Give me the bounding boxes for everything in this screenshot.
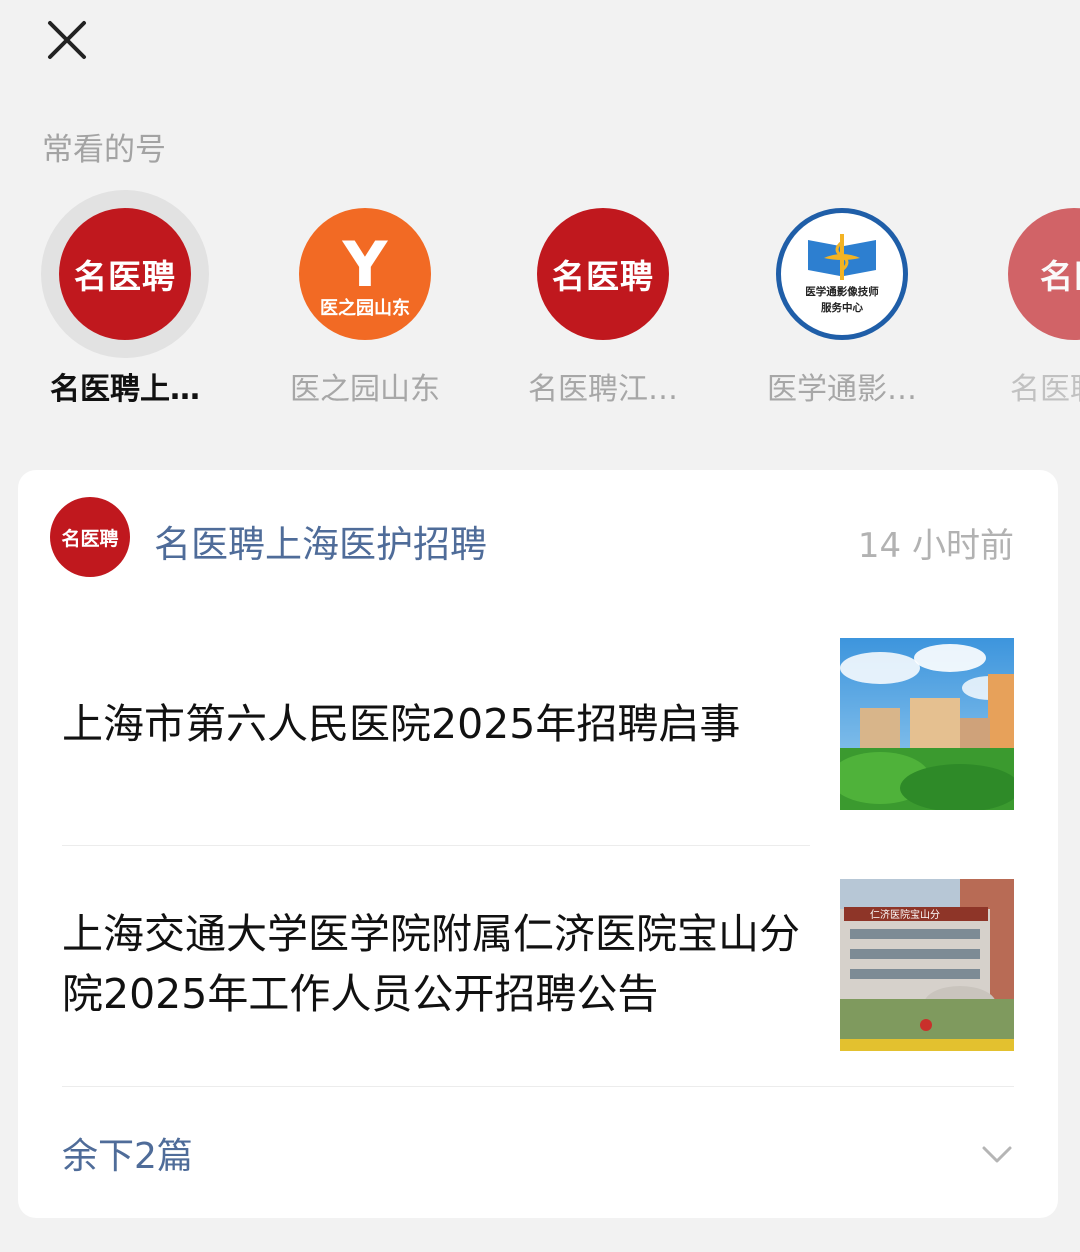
avatar-logo-line2: 服务中心 — [821, 302, 863, 314]
avatar-logo-text: 名医聘 — [552, 257, 654, 296]
article-thumbnail: 仁济医院宝山分 — [840, 879, 1014, 1051]
section-title: 常看的号 — [42, 132, 166, 168]
avatar-logo-subtext: 医之园山东 — [320, 298, 410, 319]
account-name: 医之园山东 — [290, 372, 440, 407]
hospital-aerial-image — [840, 638, 1014, 810]
account-item[interactable]: 名医聘 名医聘江… — [513, 190, 693, 408]
avatar-ring: 名医 — [990, 190, 1080, 358]
timestamp: 14 小时前 — [857, 526, 1014, 566]
article-title: 上海交通大学医学院附属仁济医院宝山分院2025年工作人员公开招聘公告 — [62, 910, 800, 1018]
account-item[interactable]: Y 医之园山东 医之园山东 — [275, 190, 455, 408]
avatar: 名医聘 — [537, 208, 669, 340]
article-item[interactable]: 上海市第六人民医院2025年招聘启事 — [62, 638, 1014, 812]
account-name: 名医聘江… — [528, 372, 678, 407]
article-title: 上海市第六人民医院2025年招聘启事 — [62, 700, 741, 748]
source-name[interactable]: 名医聘上海医护招聘 — [154, 514, 487, 568]
account-name: 名医聘上… — [50, 372, 200, 407]
account-item[interactable]: 名医 名医聘 — [990, 190, 1080, 408]
divider — [62, 1086, 1014, 1087]
account-item[interactable]: 医学通影像技师 服务中心 医学通影… — [752, 190, 932, 408]
avatar-logo-text: Y — [342, 228, 388, 301]
article-item[interactable]: 上海交通大学医学院附属仁济医院宝山分院2025年工作人员公开招聘公告 仁济医院宝… — [62, 879, 1014, 1053]
avatar: 名医聘 — [59, 208, 191, 340]
source-avatar[interactable]: 名医聘 — [50, 497, 130, 577]
avatar: 名医 — [1008, 208, 1080, 340]
article-thumbnail — [840, 638, 1014, 810]
building-sign-text: 仁济医院宝山分 — [870, 908, 940, 921]
account-name: 名医聘 — [1010, 372, 1080, 407]
medical-caduceus-icon — [808, 234, 876, 280]
avatar-ring: 名医聘 — [519, 190, 687, 358]
avatar: 医学通影像技师 服务中心 — [776, 208, 908, 340]
avatar-logo-text: 名医聘 — [74, 257, 176, 296]
avatar-logo-text: 名医 — [1040, 257, 1080, 296]
hospital-building-image: 仁济医院宝山分 — [840, 879, 1014, 1051]
account-name: 医学通影… — [767, 372, 917, 407]
avatar-ring: 名医聘 — [41, 190, 209, 358]
article-card: 名医聘 名医聘上海医护招聘 14 小时前 上海市第六人民医院2025年招聘启事 — [18, 470, 1058, 1218]
avatar: Y 医之园山东 — [299, 208, 431, 340]
source-avatar-text: 名医聘 — [61, 527, 119, 550]
account-item[interactable]: 名医聘 名医聘上… — [35, 190, 215, 408]
close-icon[interactable] — [40, 15, 94, 69]
avatar-ring: Y 医之园山东 — [281, 190, 449, 358]
divider — [62, 845, 810, 846]
chevron-down-icon[interactable] — [980, 1138, 1014, 1172]
avatar-logo-line1: 医学通影像技师 — [805, 286, 879, 298]
more-articles-link[interactable]: 余下2篇 — [62, 1127, 193, 1179]
avatar-ring: 医学通影像技师 服务中心 — [758, 190, 926, 358]
